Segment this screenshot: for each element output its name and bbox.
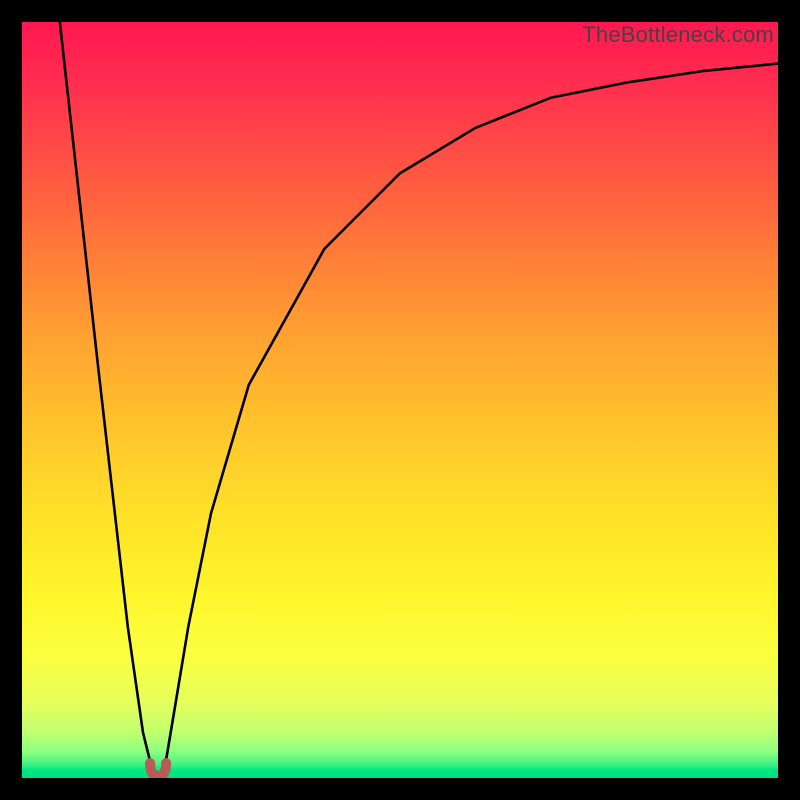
curve-notch-icon <box>150 763 166 776</box>
plot-frame: TheBottleneck.com <box>22 22 778 778</box>
bottleneck-curve <box>60 22 778 778</box>
chart-svg <box>22 22 778 778</box>
